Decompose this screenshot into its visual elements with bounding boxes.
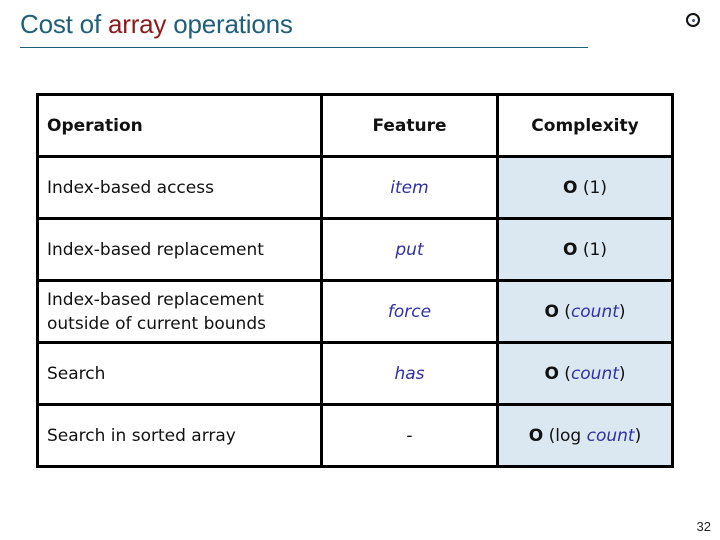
- complexity-plain: 1: [589, 239, 601, 260]
- paren-open: (: [558, 301, 571, 322]
- operations-table: Operation Feature Complexity Index-based…: [36, 93, 674, 468]
- operation-cell: Index-based replacement: [36, 217, 323, 282]
- paren-close: ): [618, 363, 626, 384]
- paren-open: (: [577, 177, 590, 198]
- title-accent: array: [108, 9, 167, 39]
- big-o: O: [563, 177, 578, 198]
- complexity-arg: count: [586, 425, 635, 446]
- paren-close: ): [600, 177, 607, 198]
- table-row: Search in sorted array - O (log count): [36, 403, 674, 468]
- complexity-cell: O (log count): [496, 403, 674, 468]
- table-header-row: Operation Feature Complexity: [36, 93, 674, 158]
- complexity-arg: count: [570, 301, 619, 322]
- complexity-cell: O (1): [496, 217, 674, 282]
- operation-cell: Index-based access: [36, 155, 323, 220]
- complexity-cell: O (count): [496, 279, 674, 344]
- feature-name: put: [395, 239, 424, 260]
- big-o: O: [528, 425, 544, 446]
- complexity-plain: 1: [589, 177, 601, 198]
- feature-name: has: [394, 363, 425, 384]
- feature-name: item: [390, 177, 429, 198]
- feature-cell: put: [320, 217, 499, 282]
- big-o: O: [544, 301, 559, 322]
- feature-name: -: [406, 425, 413, 446]
- paren-close: ): [634, 425, 642, 446]
- complexity-cell: O (1): [496, 155, 674, 220]
- table-row: Index-based replacement put O (1): [36, 217, 674, 282]
- big-o: O: [544, 363, 559, 384]
- paren-open: (: [577, 239, 590, 260]
- header-operation: Operation: [36, 93, 323, 158]
- title-underline: [20, 47, 588, 48]
- table-row: Search has O (count): [36, 341, 674, 406]
- operation-cell: Search: [36, 341, 323, 406]
- operation-cell: Index-based replacement outside of curre…: [36, 279, 323, 344]
- operation-cell: Search in sorted array: [36, 403, 323, 468]
- title-prefix: Cost of: [20, 9, 108, 39]
- feature-cell: item: [320, 155, 499, 220]
- header-feature: Feature: [320, 93, 499, 158]
- circled-dot-icon: [686, 13, 700, 27]
- paren-close: ): [618, 301, 626, 322]
- slide-title: Cost of array operations: [20, 9, 293, 40]
- complexity-plain: log: [555, 425, 587, 446]
- feature-cell: has: [320, 341, 499, 406]
- big-o: O: [563, 239, 578, 260]
- paren-open: (: [543, 425, 556, 446]
- table-row: Index-based replacement outside of curre…: [36, 279, 674, 344]
- header-complexity: Complexity: [496, 93, 674, 158]
- paren-open: (: [558, 363, 571, 384]
- feature-cell: -: [320, 403, 499, 468]
- feature-cell: force: [320, 279, 499, 344]
- title-suffix: operations: [166, 9, 293, 39]
- complexity-cell: O (count): [496, 341, 674, 406]
- feature-name: force: [387, 301, 432, 322]
- complexity-arg: count: [570, 363, 619, 384]
- logo-dot: [692, 19, 695, 22]
- page-number: 32: [696, 519, 711, 534]
- paren-close: ): [600, 239, 607, 260]
- table-row: Index-based access item O (1): [36, 155, 674, 220]
